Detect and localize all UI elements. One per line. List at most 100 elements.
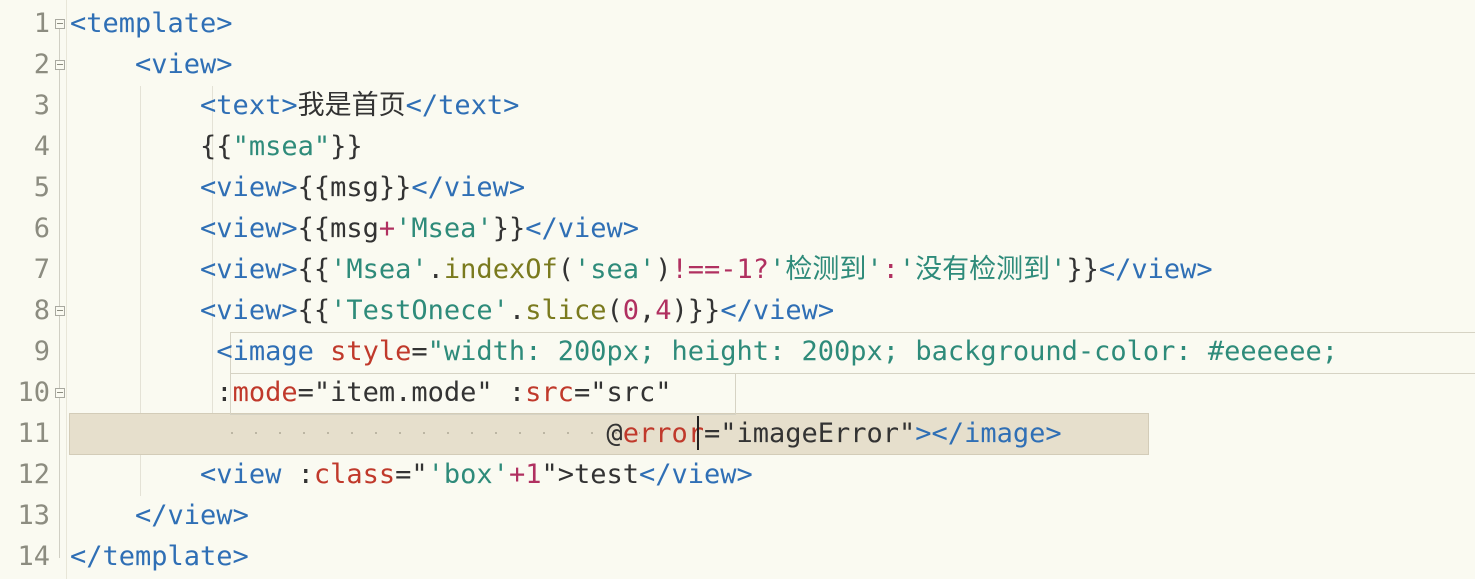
line-number: 6 (33, 213, 50, 244)
code-token: </view> (135, 500, 249, 531)
code-token: {{msg (297, 213, 379, 244)
code-token: "msea" (232, 131, 331, 162)
code-token: . (508, 295, 526, 326)
fold-line (59, 28, 60, 558)
code-line[interactable]: <view>{{'TestOnece'.slice(0,4)}}</view> (70, 290, 834, 331)
code-token: {{ (297, 295, 331, 326)
code-editor[interactable]: <template> <view> <text>我是首页</text> {{"m… (0, 0, 1475, 579)
code-line[interactable]: :mode="item.mode" :src="src" (70, 372, 672, 413)
code-token: </view> (720, 295, 835, 326)
code-token: <view> (135, 49, 233, 80)
code-token: error (622, 418, 704, 449)
code-line[interactable]: <template> (70, 3, 233, 44)
code-token: </view> (1098, 254, 1213, 285)
gutter-divider (66, 0, 67, 579)
code-line[interactable]: <view>{{'Msea'.indexOf('sea')!==-1?'检测到'… (70, 249, 1213, 290)
line-number: 4 (33, 131, 50, 162)
code-token: indexOf (443, 254, 558, 285)
code-token: ) (655, 254, 672, 285)
code-token: <text> (200, 90, 298, 121)
code-token: . (427, 254, 444, 285)
code-token: <view> (200, 254, 298, 285)
code-line[interactable]: </view> (70, 495, 249, 536)
code-token: : (297, 459, 314, 490)
line-number: 2 (33, 49, 50, 80)
code-token: ></image> (915, 418, 1062, 449)
code-token: =" (395, 459, 428, 490)
code-token: ( (606, 295, 623, 326)
line-number: 12 (17, 459, 50, 490)
code-token: </template> (70, 541, 249, 572)
code-line[interactable]: {{"msea"}} (70, 126, 363, 167)
code-token: , (639, 295, 656, 326)
code-token: 0 (622, 295, 639, 326)
code-line[interactable]: <view>{{msg}}</view> (70, 167, 525, 208)
fold-toggle-icon[interactable] (55, 388, 65, 398)
fold-toggle-icon[interactable] (55, 60, 65, 70)
code-token: class (313, 459, 396, 490)
code-token: 'Msea' (330, 254, 428, 285)
code-token: 4 (655, 295, 672, 326)
line-number: 10 (17, 377, 50, 408)
code-token: +1 (508, 459, 542, 490)
code-token: }} (330, 131, 363, 162)
code-token: <view (200, 459, 298, 490)
fold-toggle-icon[interactable] (55, 306, 65, 316)
code-token: slice (525, 295, 607, 326)
line-number: 14 (17, 541, 50, 572)
code-token: </view> (411, 172, 526, 203)
line-number: 1 (33, 8, 50, 39)
code-line[interactable]: <image style="width: 200px; height: 200p… (70, 331, 1338, 372)
code-token: ( (557, 254, 574, 285)
code-token: <image (216, 336, 331, 367)
code-token: : (882, 254, 899, 285)
line-number: 9 (33, 336, 50, 367)
code-token: }} (1066, 254, 1099, 285)
code-token: {{ (297, 254, 331, 285)
code-line[interactable]: <view :class="'box'+1">test</view> (70, 454, 753, 495)
code-token: <view> (200, 172, 298, 203)
text-cursor (697, 416, 699, 450)
code-token: ">test (541, 459, 639, 490)
code-token: 我是首页 (297, 90, 406, 121)
code-token: "width: 200px; height: 200px; background… (427, 336, 1338, 367)
code-token: src (525, 377, 574, 408)
code-token: <template> (70, 8, 233, 39)
code-token: ="item.mode" : (297, 377, 526, 408)
fold-toggle-icon[interactable] (55, 19, 65, 29)
code-token: )}} (671, 295, 721, 326)
code-token: 'Msea' (395, 213, 493, 244)
code-token: </text> (405, 90, 520, 121)
line-number: 3 (33, 90, 50, 121)
code-token: <view> (200, 295, 298, 326)
line-number: 8 (33, 295, 50, 326)
line-number: 7 (33, 254, 50, 285)
code-token: '检测到' (769, 254, 883, 285)
code-line[interactable]: <text>我是首页</text> (70, 85, 519, 126)
code-token: style (330, 336, 412, 367)
code-token: </view> (525, 213, 639, 244)
code-token: 'sea' (573, 254, 656, 285)
code-token: = (411, 336, 428, 367)
code-token: ="src" (573, 377, 672, 408)
code-token: </view> (639, 459, 753, 490)
code-token: 'TestOnece' (330, 295, 509, 326)
code-token: <view> (200, 213, 298, 244)
code-line[interactable]: <view> (70, 44, 233, 85)
code-line[interactable]: </template> (70, 536, 249, 577)
line-number: 11 (17, 418, 50, 449)
code-token: @ (70, 418, 623, 449)
code-line[interactable]: <view>{{msg+'Msea'}}</view> (70, 208, 639, 249)
code-token: !==-1? (671, 254, 770, 285)
code-token: mode (232, 377, 298, 408)
code-line[interactable]: @error="imageError"></image> (70, 413, 1062, 454)
